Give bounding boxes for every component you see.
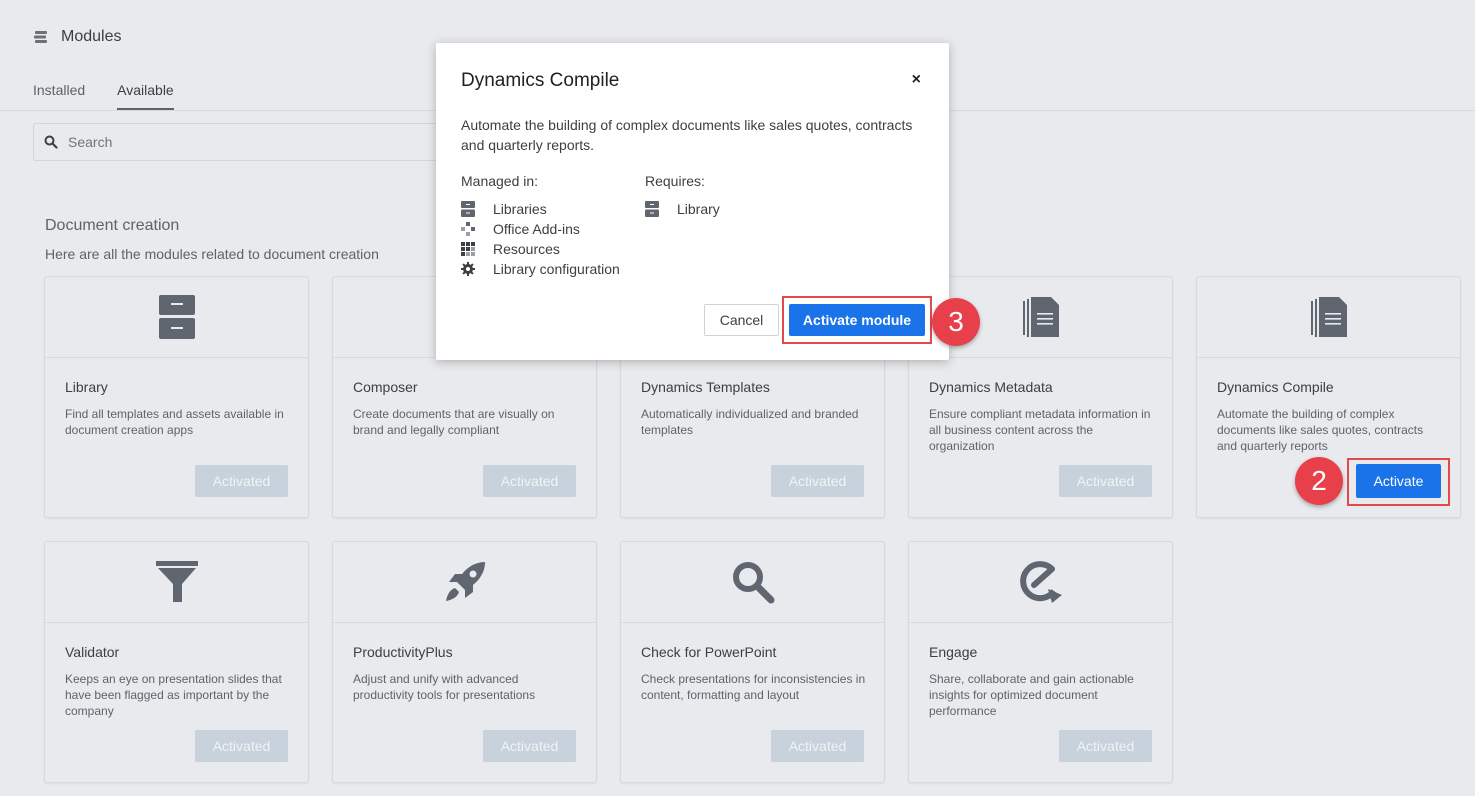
rocket-icon xyxy=(445,562,485,601)
document-stack-icon xyxy=(1310,297,1347,337)
magnifier-icon xyxy=(732,562,774,604)
dialog-description: Automate the building of complex documen… xyxy=(461,117,913,153)
list-item: Office Add-ins xyxy=(461,219,620,239)
requires-label: Requires: xyxy=(645,173,705,189)
gear-icon xyxy=(461,262,475,276)
tab-available[interactable]: Available xyxy=(117,82,174,110)
modules-icon xyxy=(34,31,47,43)
requires-list: Library xyxy=(645,199,720,219)
office-add-ins-icon xyxy=(461,222,475,236)
activated-button: Activated xyxy=(483,465,576,497)
module-tabs: Installed Available xyxy=(33,82,174,110)
list-item: Library configuration xyxy=(461,259,620,279)
card-title: Engage xyxy=(929,644,978,660)
activated-button: Activated xyxy=(195,465,288,497)
list-item: Resources xyxy=(461,239,620,259)
list-item: Library xyxy=(645,199,720,219)
tab-installed[interactable]: Installed xyxy=(33,82,85,110)
module-card-engage: Engage Share, collaborate and gain actio… xyxy=(908,541,1173,783)
dialog-title: Dynamics Compile xyxy=(461,70,620,91)
card-description: Check presentations for inconsistencies … xyxy=(641,672,866,702)
module-card-check-for-powerpoint: Check for PowerPoint Check presentations… xyxy=(620,541,885,783)
card-description: Create documents that are visually on br… xyxy=(353,407,555,437)
card-title: Dynamics Compile xyxy=(1217,379,1334,395)
activated-button: Activated xyxy=(1059,465,1152,497)
managed-in-list: Libraries Office Add-ins Resources Libra… xyxy=(461,199,620,279)
card-description: Ensure compliant metadata information in… xyxy=(929,407,1151,453)
funnel-icon xyxy=(155,561,198,602)
search-icon xyxy=(44,135,58,149)
list-item-label: Library xyxy=(677,201,720,217)
page-title: Modules xyxy=(61,28,122,45)
section-subtitle: Here are all the modules related to docu… xyxy=(45,246,379,262)
card-title: Library xyxy=(65,379,108,395)
card-description: Share, collaborate and gain actionable i… xyxy=(929,672,1134,718)
cancel-button[interactable]: Cancel xyxy=(704,304,779,336)
search-input[interactable] xyxy=(68,134,428,150)
library-icon xyxy=(645,201,659,217)
list-item-label: Libraries xyxy=(493,201,547,217)
highlight-box-activate xyxy=(1347,458,1450,506)
list-item-label: Resources xyxy=(493,241,560,257)
section-title: Document creation xyxy=(45,217,180,234)
module-card-library: Library Find all templates and assets av… xyxy=(44,276,309,518)
step-badge-2: 2 xyxy=(1295,457,1343,505)
search-box xyxy=(33,123,453,161)
card-title: Check for PowerPoint xyxy=(641,644,777,660)
card-description: Keeps an eye on presentation slides that… xyxy=(65,672,282,718)
step-badge-3: 3 xyxy=(932,298,980,346)
activated-button: Activated xyxy=(483,730,576,762)
highlight-box-activate-module xyxy=(782,296,932,344)
card-title: Dynamics Metadata xyxy=(929,379,1053,395)
activated-button: Activated xyxy=(1059,730,1152,762)
activated-button: Activated xyxy=(771,730,864,762)
activated-button: Activated xyxy=(195,730,288,762)
card-description: Automate the building of complex documen… xyxy=(1217,407,1424,453)
list-item: Libraries xyxy=(461,199,620,219)
card-description: Adjust and unify with advanced productiv… xyxy=(353,672,536,702)
resources-icon xyxy=(461,242,475,256)
library-icon xyxy=(461,201,475,217)
managed-in-label: Managed in: xyxy=(461,173,539,189)
engage-icon xyxy=(1019,561,1062,603)
list-item-label: Library configuration xyxy=(493,261,620,277)
list-item-label: Office Add-ins xyxy=(493,221,580,237)
module-card-validator: Validator Keeps an eye on presentation s… xyxy=(44,541,309,783)
library-icon xyxy=(158,295,195,339)
card-title: ProductivityPlus xyxy=(353,644,453,660)
page-header: Modules xyxy=(33,28,121,46)
card-description: Find all templates and assets available … xyxy=(65,407,284,437)
card-title: Dynamics Templates xyxy=(641,379,770,395)
module-card-productivityplus: ProductivityPlus Adjust and unify with a… xyxy=(332,541,597,783)
card-title: Validator xyxy=(65,644,120,660)
document-stack-icon xyxy=(1022,297,1059,337)
close-icon[interactable]: × xyxy=(912,71,921,89)
card-title: Composer xyxy=(353,379,418,395)
card-description: Automatically individualized and branded… xyxy=(641,407,859,437)
activated-button: Activated xyxy=(771,465,864,497)
